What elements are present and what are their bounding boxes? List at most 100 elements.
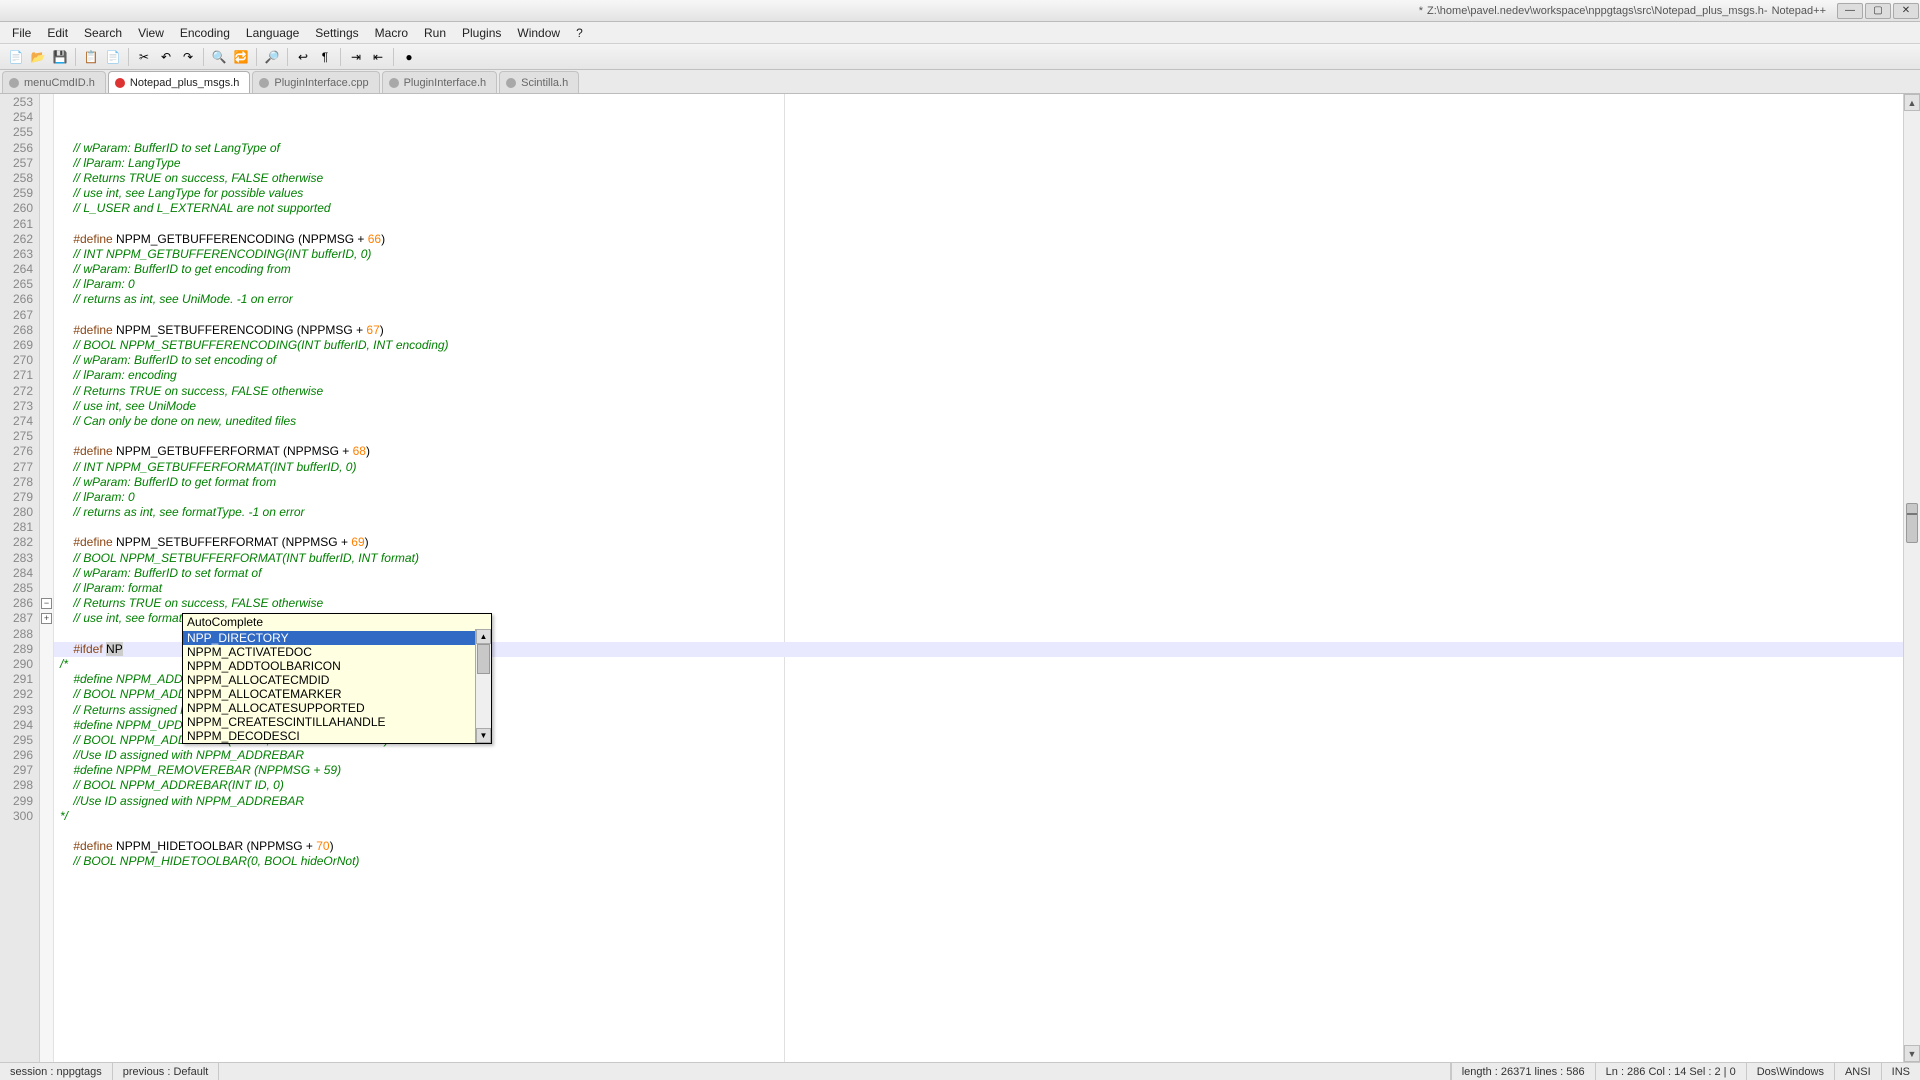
cut-button[interactable]: ✂ <box>134 47 154 67</box>
code-line[interactable]: // L_USER and L_EXTERNAL are not support… <box>54 201 1903 216</box>
menu-run[interactable]: Run <box>416 24 454 42</box>
code-line[interactable]: // Returns TRUE on success, FALSE otherw… <box>54 384 1903 399</box>
autocomplete-item[interactable]: NPPM_ACTIVATEDOC <box>183 645 491 659</box>
code-line[interactable]: // returns as int, see formatType. -1 on… <box>54 505 1903 520</box>
code-line[interactable]: // wParam: BufferID to set encoding of <box>54 353 1903 368</box>
scroll-thumb[interactable] <box>477 644 490 674</box>
vertical-scrollbar[interactable]: ▲ ▼ <box>1903 94 1920 1062</box>
scroll-up-button[interactable]: ▲ <box>1904 94 1920 111</box>
menu-macro[interactable]: Macro <box>367 24 416 42</box>
close-button[interactable]: ✕ <box>1893 3 1919 19</box>
code-line[interactable]: // lParam: format <box>54 581 1903 596</box>
code-line[interactable]: // BOOL NPPM_SETBUFFERFORMAT(INT bufferI… <box>54 551 1903 566</box>
code-line[interactable]: // wParam: BufferID to get format from <box>54 475 1903 490</box>
code-line[interactable]: #define NPPM_HIDETOOLBAR (NPPMSG + 70) <box>54 839 1903 854</box>
tab-scintilla-h[interactable]: Scintilla.h <box>499 71 579 93</box>
code-line[interactable]: #define NPPM_REMOVEREBAR (NPPMSG + 59) <box>54 763 1903 778</box>
code-line[interactable] <box>54 217 1903 232</box>
code-line[interactable] <box>54 520 1903 535</box>
rec-button[interactable]: ● <box>399 47 419 67</box>
code-line[interactable]: // returns as int, see UniMode. -1 on er… <box>54 292 1903 307</box>
wrap-button[interactable]: ↩ <box>293 47 313 67</box>
code-line[interactable] <box>54 308 1903 323</box>
code-line[interactable] <box>54 824 1903 839</box>
code-line[interactable]: // BOOL NPPM_SETBUFFERENCODING(INT buffe… <box>54 338 1903 353</box>
autocomplete-item[interactable]: NPPM_CREATESCINTILLAHANDLE <box>183 715 491 729</box>
code-line[interactable]: // wParam: BufferID to set format of <box>54 566 1903 581</box>
outdent-button[interactable]: ⇤ <box>368 47 388 67</box>
paste-button[interactable]: 📄 <box>103 47 123 67</box>
code-line[interactable]: #define NPPM_SETBUFFERENCODING (NPPMSG +… <box>54 323 1903 338</box>
maximize-button[interactable]: ▢ <box>1865 3 1891 19</box>
fold-toggle[interactable]: − <box>41 598 52 609</box>
code-line[interactable]: #define NPPM_GETBUFFERFORMAT (NPPMSG + 6… <box>54 444 1903 459</box>
menu-edit[interactable]: Edit <box>39 24 76 42</box>
code-line[interactable]: // BOOL NPPM_HIDETOOLBAR(0, BOOL hideOrN… <box>54 854 1903 869</box>
find-button[interactable]: 🔍 <box>209 47 229 67</box>
undo-button[interactable]: ↶ <box>156 47 176 67</box>
tab-plugininterface-cpp[interactable]: PluginInterface.cpp <box>252 71 379 93</box>
code-line[interactable]: // wParam: BufferID to set LangType of <box>54 141 1903 156</box>
menu-[interactable]: ? <box>568 24 591 42</box>
code-line[interactable]: // Can only be done on new, unedited fil… <box>54 414 1903 429</box>
code-line[interactable]: */ <box>54 809 1903 824</box>
scroll-down-icon[interactable]: ▼ <box>476 728 491 743</box>
autocomplete-item[interactable]: NPPM_ALLOCATESUPPORTED <box>183 701 491 715</box>
tab-menucmdid-h[interactable]: menuCmdID.h <box>2 71 106 93</box>
code-line[interactable]: // lParam: 0 <box>54 490 1903 505</box>
menu-settings[interactable]: Settings <box>307 24 366 42</box>
menu-language[interactable]: Language <box>238 24 307 42</box>
scroll-track[interactable] <box>1904 111 1920 1045</box>
scroll-thumb[interactable] <box>1906 503 1918 543</box>
indent-button[interactable]: ⇥ <box>346 47 366 67</box>
minimize-button[interactable]: — <box>1837 3 1863 19</box>
autocomplete-item[interactable]: NPPM_DECODESCI <box>183 729 491 743</box>
redo-button[interactable]: ↷ <box>178 47 198 67</box>
status-session: session : nppgtags <box>0 1063 113 1080</box>
code-line[interactable]: // wParam: BufferID to get encoding from <box>54 262 1903 277</box>
menu-window[interactable]: Window <box>509 24 568 42</box>
autocomplete-popup[interactable]: AutoCompleteNPP_DIRECTORYNPPM_ACTIVATEDO… <box>182 613 492 744</box>
fold-toggle[interactable]: + <box>41 613 52 624</box>
scroll-up-icon[interactable]: ▲ <box>476 629 491 644</box>
autocomplete-list[interactable]: NPP_DIRECTORYNPPM_ACTIVATEDOCNPPM_ADDTOO… <box>183 631 491 743</box>
scroll-down-button[interactable]: ▼ <box>1904 1045 1920 1062</box>
menu-plugins[interactable]: Plugins <box>454 24 509 42</box>
tab-plugininterface-h[interactable]: PluginInterface.h <box>382 71 498 93</box>
code-line[interactable] <box>54 429 1903 444</box>
code-line[interactable]: #define NPPM_GETBUFFERENCODING (NPPMSG +… <box>54 232 1903 247</box>
save-button[interactable]: 💾 <box>50 47 70 67</box>
code-line[interactable]: // Returns TRUE on success, FALSE otherw… <box>54 596 1903 611</box>
code-line[interactable]: // INT NPPM_GETBUFFERFORMAT(INT bufferID… <box>54 460 1903 475</box>
menu-file[interactable]: File <box>4 24 39 42</box>
chars-button[interactable]: ¶ <box>315 47 335 67</box>
code-line[interactable]: #define NPPM_SETBUFFERFORMAT (NPPMSG + 6… <box>54 535 1903 550</box>
code-line[interactable]: // Returns TRUE on success, FALSE otherw… <box>54 171 1903 186</box>
autocomplete-scrollbar[interactable]: ▲▼ <box>475 629 491 743</box>
line-number: 297 <box>0 763 33 778</box>
open-button[interactable]: 📂 <box>28 47 48 67</box>
replace-button[interactable]: 🔁 <box>231 47 251 67</box>
code-line[interactable]: // BOOL NPPM_ADDREBAR(INT ID, 0) <box>54 778 1903 793</box>
tab-notepad-plus-msgs-h[interactable]: Notepad_plus_msgs.h <box>108 71 250 93</box>
autocomplete-item[interactable]: NPPM_ALLOCATEMARKER <box>183 687 491 701</box>
code-line[interactable]: // INT NPPM_GETBUFFERENCODING(INT buffer… <box>54 247 1903 262</box>
menu-view[interactable]: View <box>130 24 172 42</box>
zoom-button[interactable]: 🔎 <box>262 47 282 67</box>
code-line[interactable]: //Use ID assigned with NPPM_ADDREBAR <box>54 748 1903 763</box>
code-line[interactable]: // lParam: encoding <box>54 368 1903 383</box>
code-area[interactable]: // wParam: BufferID to set LangType of /… <box>54 94 1903 1062</box>
code-line[interactable]: // lParam: LangType <box>54 156 1903 171</box>
code-line[interactable]: // use int, see LangType for possible va… <box>54 186 1903 201</box>
code-line[interactable]: // use int, see UniMode <box>54 399 1903 414</box>
menu-encoding[interactable]: Encoding <box>172 24 238 42</box>
new-button[interactable]: 📄 <box>6 47 26 67</box>
code-line[interactable]: // lParam: 0 <box>54 277 1903 292</box>
autocomplete-item[interactable]: NPPM_ALLOCATECMDID <box>183 673 491 687</box>
code-line[interactable]: //Use ID assigned with NPPM_ADDREBAR <box>54 794 1903 809</box>
menu-search[interactable]: Search <box>76 24 130 42</box>
autocomplete-item[interactable]: NPP_DIRECTORY <box>183 631 491 645</box>
scroll-track[interactable] <box>476 644 491 728</box>
copy-button[interactable]: 📋 <box>81 47 101 67</box>
autocomplete-item[interactable]: NPPM_ADDTOOLBARICON <box>183 659 491 673</box>
